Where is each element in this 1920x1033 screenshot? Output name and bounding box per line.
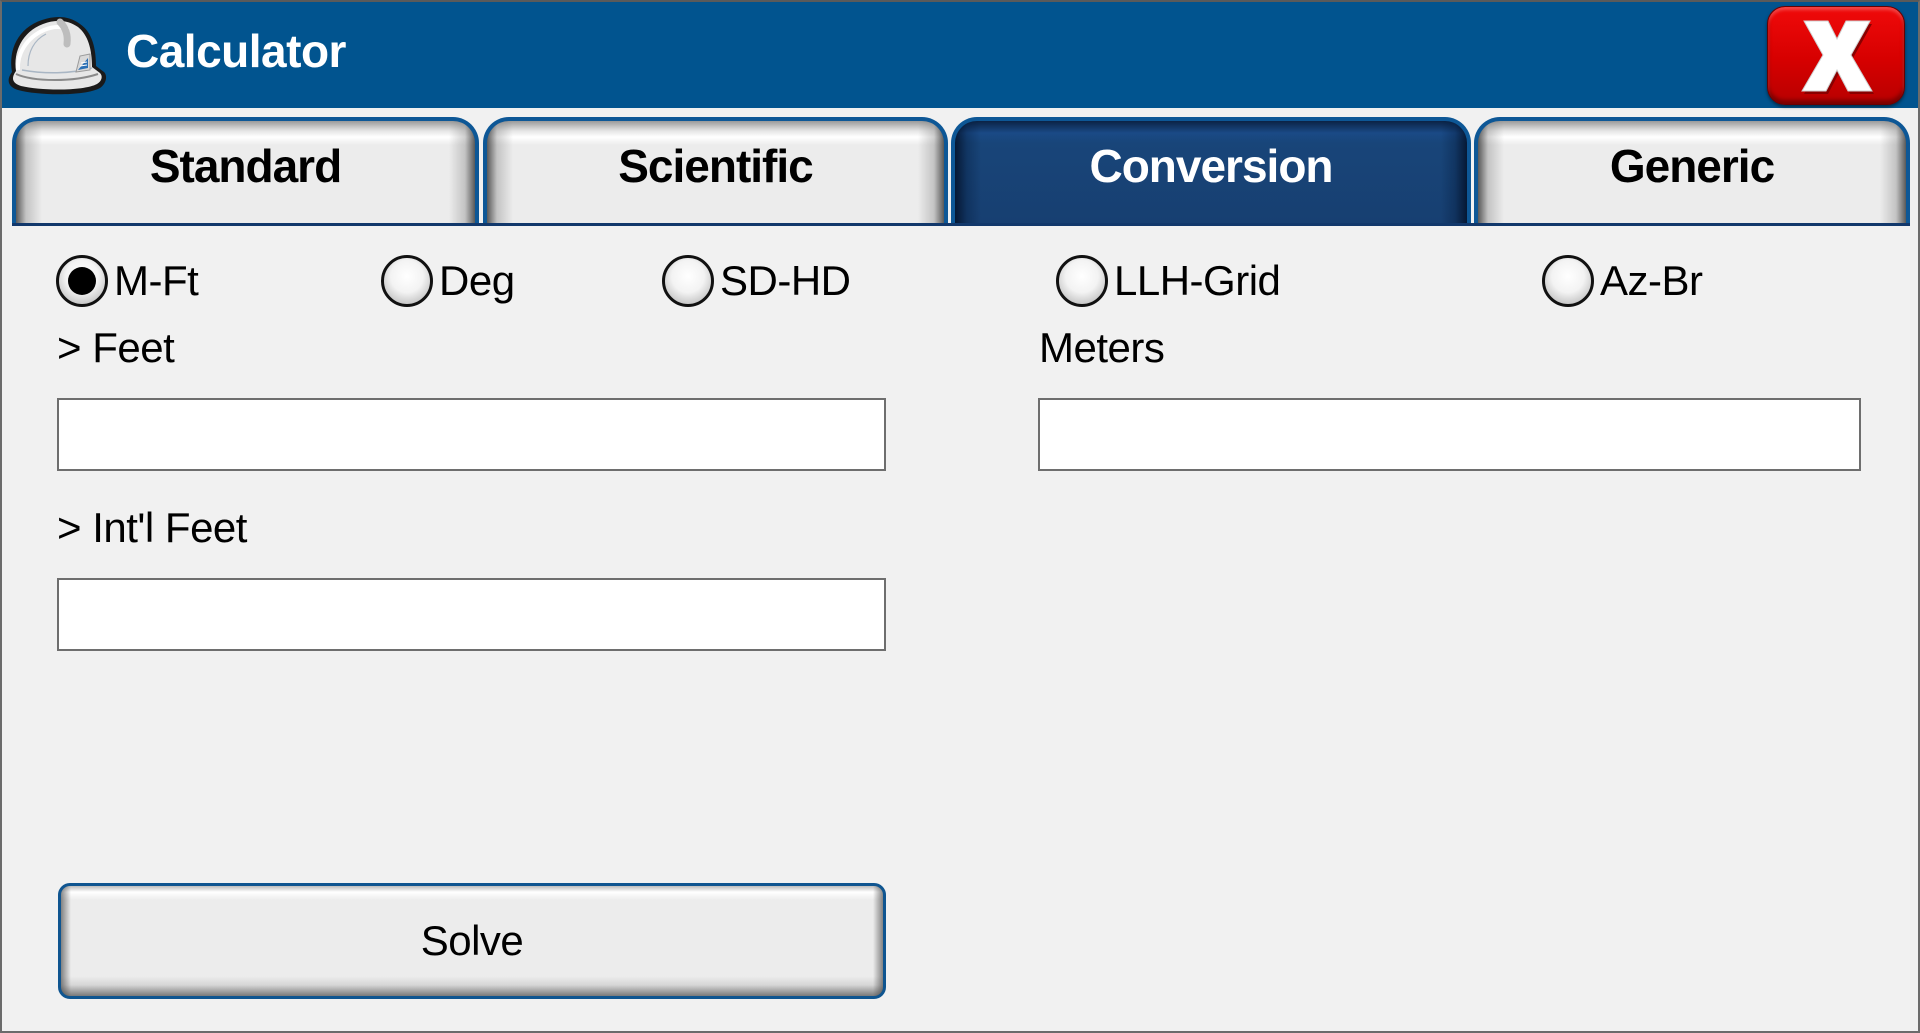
radio-m-ft-label: M-Ft [114,257,199,304]
hard-hat-icon [4,10,108,100]
tab-scientific-label: Scientific [618,140,814,192]
radio-sd-hd[interactable]: SD-HD [662,253,851,309]
close-x-icon [1801,20,1874,94]
radio-llh-grid-label: LLH-Grid [1114,257,1281,304]
title-bar: Calculator [2,2,1918,108]
tab-generic-label: Generic [1609,140,1775,192]
tab-conversion-label: Conversion [1089,140,1333,192]
meters-input[interactable] [1038,398,1861,471]
close-button[interactable] [1767,6,1905,105]
solve-button-label: Solve [420,917,524,964]
tab-scientific[interactable]: Scientific [483,117,948,223]
tab-generic[interactable]: Generic [1474,117,1910,223]
radio-deg[interactable]: Deg [381,253,515,309]
meters-label: Meters [1039,324,1165,371]
feet-label: > Feet [57,324,175,371]
tab-standard[interactable]: Standard [12,117,479,223]
tab-bar: Standard Scientific Conversion Generic [2,115,1918,227]
radio-az-br-label: Az-Br [1600,257,1703,304]
solve-button[interactable]: Solve [58,883,886,999]
radio-indicator[interactable] [1542,255,1594,307]
radio-indicator[interactable] [1056,255,1108,307]
radio-deg-label: Deg [439,257,515,304]
tab-standard-label: Standard [149,140,342,192]
radio-indicator[interactable] [381,255,433,307]
radio-m-ft[interactable]: M-Ft [56,253,199,309]
window-title: Calculator [126,25,346,77]
intl-feet-label: > Int'l Feet [57,504,247,551]
radio-indicator-checked[interactable] [56,255,108,307]
radio-indicator[interactable] [662,255,714,307]
intl-feet-input[interactable] [57,578,886,651]
radio-sd-hd-label: SD-HD [720,257,851,304]
tab-baseline [12,223,1910,226]
tab-conversion[interactable]: Conversion [951,117,1471,223]
calculator-window: Calculator Standard Scientific Conversio… [0,0,1920,1033]
feet-input[interactable] [57,398,886,471]
radio-az-br[interactable]: Az-Br [1542,253,1703,309]
radio-llh-grid[interactable]: LLH-Grid [1056,253,1281,309]
